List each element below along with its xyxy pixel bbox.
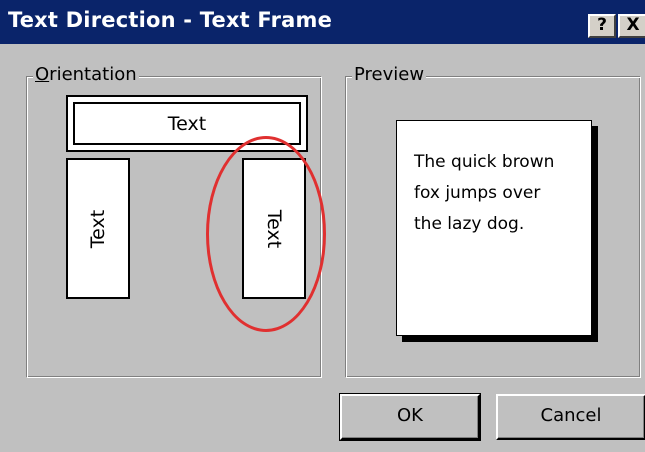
orientation-option-label: Text xyxy=(263,209,285,248)
ok-button[interactable]: OK xyxy=(339,393,481,441)
close-button[interactable]: X xyxy=(618,14,645,38)
preview-line: fox jumps over xyxy=(414,183,541,203)
orientation-option-vertical-down[interactable]: Text xyxy=(242,158,306,299)
orientation-option-label: Text xyxy=(87,209,109,248)
preview-line: The quick brown xyxy=(414,152,555,172)
title-bar: Text Direction - Text Frame ? X xyxy=(0,0,645,44)
cancel-button[interactable]: Cancel xyxy=(496,394,645,440)
dialog-title: Text Direction - Text Frame xyxy=(8,8,333,32)
preview-line: the lazy dog. xyxy=(414,214,525,234)
preview-legend: Preview xyxy=(352,64,427,85)
text-direction-dialog: Text Direction - Text Frame ? X Orientat… xyxy=(0,0,645,452)
orientation-option-label: Text xyxy=(167,113,207,135)
preview-page: The quick brown fox jumps over the lazy … xyxy=(396,120,592,336)
orientation-legend: Orientation xyxy=(33,64,139,85)
help-button[interactable]: ? xyxy=(588,14,616,38)
preview-sample-text: The quick brown fox jumps over the lazy … xyxy=(414,147,586,240)
orientation-option-vertical-up[interactable]: Text xyxy=(66,158,130,299)
orientation-option-horizontal[interactable]: Text xyxy=(66,95,308,152)
